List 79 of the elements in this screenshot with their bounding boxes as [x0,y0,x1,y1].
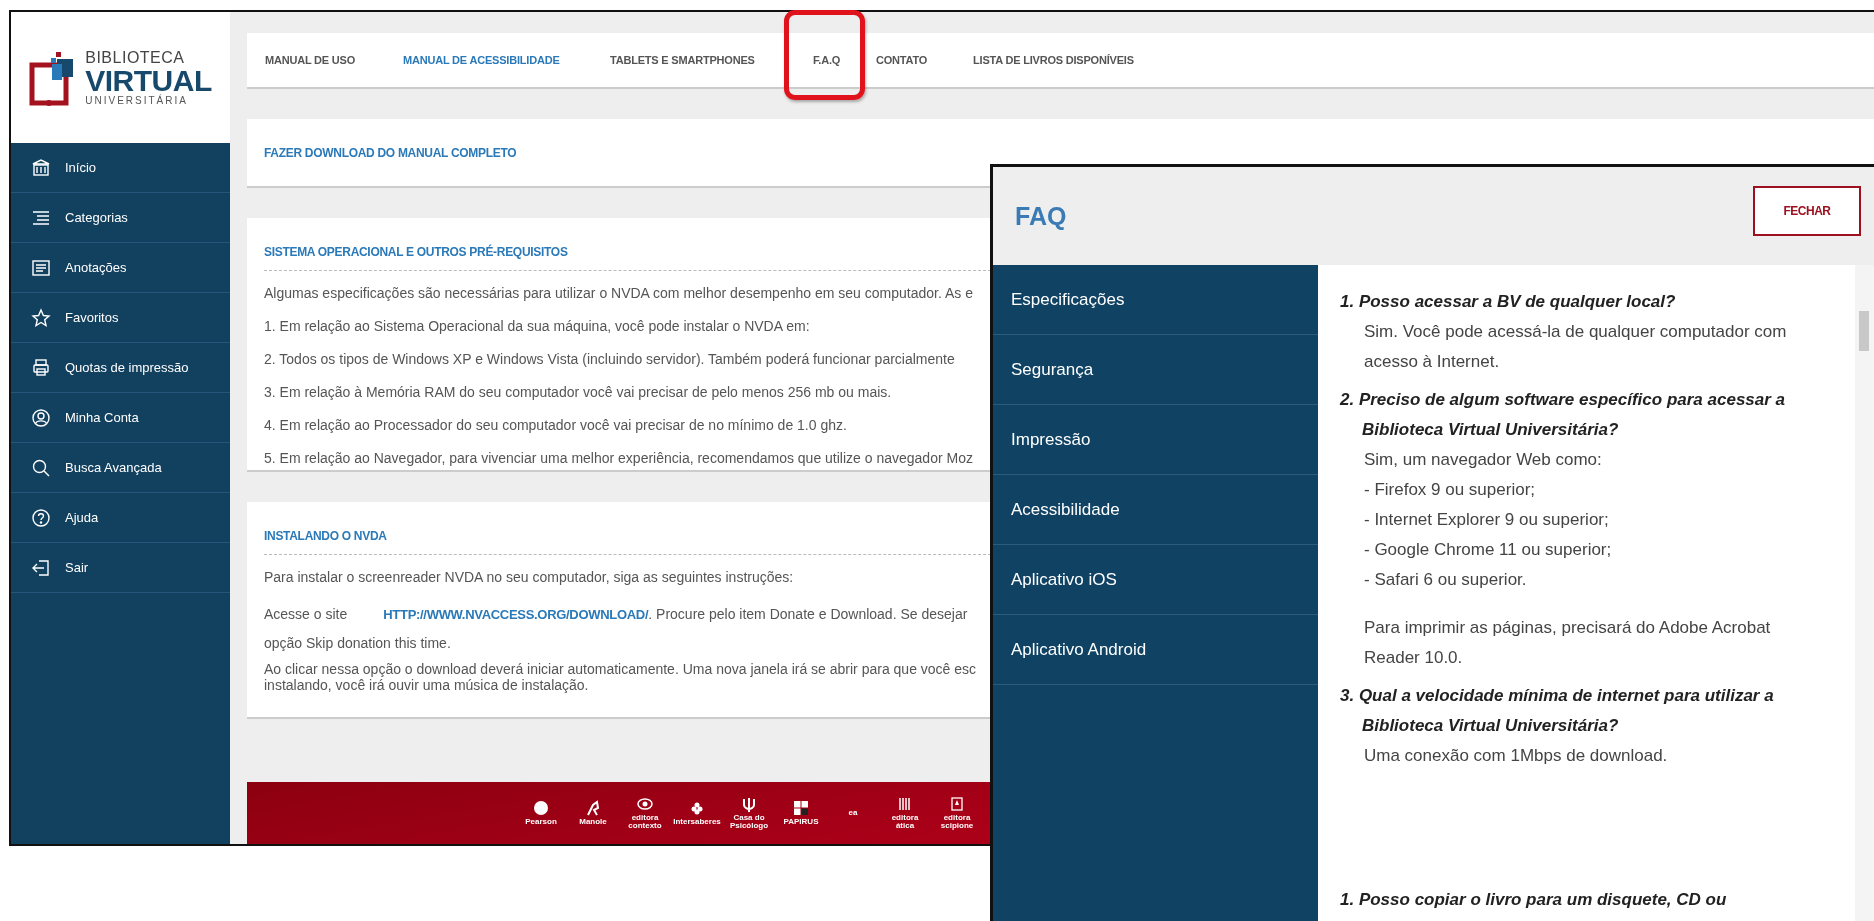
faq-menu-item[interactable]: Impressão [993,405,1318,475]
search-icon [31,457,51,478]
user-icon [31,407,51,428]
sidebar-item[interactable]: Anotações [65,260,127,275]
sidebar-item[interactable]: Busca Avançada [65,460,162,475]
publisher-logo-icon [741,796,757,812]
publisher-logo-text: ea [848,809,858,817]
building-icon [31,157,51,178]
close-button[interactable]: FECHAR [1753,186,1861,236]
star-icon [31,307,51,328]
publisher-logo-icon [897,796,913,812]
sidebar-item[interactable]: Sair [65,560,89,575]
paragraph-text: 4. Em relação ao Processador do seu computador você vai precisar de no mínimo de 1.0 ghz. [264,416,847,435]
scrollbar-thumb[interactable] [1859,311,1869,351]
faq-answer: - Google Chrome 11 ou superior; [1363,539,1613,561]
publisher-logo-icon [793,800,809,816]
faq-question: 1. Posso acessar a BV de qualquer local? [1340,291,1677,313]
paragraph-text: 2. Todos os tipos de Windows XP e Windows Vista (incluindo servidor). Também poderá funcionar parcialmente [264,350,955,369]
nav-tab[interactable]: TABLETS E SMARTPHONES [610,54,755,66]
publisher-logo-text: editora contexto [627,814,663,830]
sidebar-item[interactable]: Favoritos [65,310,119,325]
publisher-logo-icon [689,800,705,816]
scrollbar[interactable] [1855,265,1874,921]
logo-text: VIRTUAL [85,65,212,96]
nav-tab[interactable]: MANUAL DE USO [265,54,356,66]
sidebar-item[interactable]: Ajuda [65,510,99,525]
paragraph-text: Acesse o site [264,605,348,624]
paragraph-text: Ao clicar nessa opção o download deverá iniciar automaticamente. Uma nova janela irá se abrir para que você esc instalando, você irá ouvir uma música de instalação. [264,661,977,693]
nav-tab[interactable]: LISTA DE LIVROS DISPONÍVEIS [973,54,1134,66]
paragraph-text: 1. Em relação ao Sistema Operacional da sua máquina, você pode instalar o NVDA em: [264,317,810,336]
publisher-logo-text: editora scipione [939,814,975,830]
section-title: SISTEMA OPERACIONAL E OUTROS PRÉ-REQUISITOS [264,245,568,259]
paragraph-text: Algumas especificações são necessárias para utilizar o NVDA com melhor desempenho em seu computador. As e [264,284,973,303]
faq-answer: - Firefox 9 ou superior; [1363,479,1536,501]
faq-answer: Sim, um navegador Web como: [1363,449,1603,471]
publisher-logo-text: PAPIRUS [783,818,819,826]
faq-question: 2. Preciso de algum software específico para acessar a Biblioteca Virtual Universitária? [1340,389,1787,441]
help-icon [31,507,51,528]
nav-tab[interactable]: F.A.Q [813,54,841,66]
download-link[interactable]: FAZER DOWNLOAD DO MANUAL COMPLETO [264,145,517,160]
faq-question: 3. Qual a velocidade mínima de internet para utilizar a Biblioteca Virtual Universitária? [1340,685,1775,737]
publisher-logo-icon [585,800,601,816]
paragraph-text: opção Skip donation this time. [264,635,451,651]
publisher-logo-text: editora ática [890,814,920,830]
dialog-title: FAQ [1015,201,1067,231]
publisher-logo-icon [637,796,653,812]
faq-answer: Uma conexão com 1Mbps de download. [1363,745,1669,767]
exit-icon [31,557,51,578]
faq-answer: - Internet Explorer 9 ou superior; [1363,509,1610,531]
sidebar-item[interactable]: Início [65,160,97,175]
paragraph-text: 5. Em relação ao Navegador, para vivenciar uma melhor experiência, recomendamos que utilize o navegador Moz [264,449,973,468]
sidebar-item[interactable]: Minha Conta [65,410,139,425]
publisher-logo-text: Manole [579,818,607,826]
publisher-logo-text: Pearson [525,818,557,826]
publisher-logo-text: Casa do Psicólogo [728,814,770,830]
logo-text: UNIVERSITÁRIA [85,95,189,106]
nav-tab[interactable]: CONTATO [876,54,928,66]
faq-menu-item[interactable]: Acessibilidade [993,475,1318,545]
section-title: INSTALANDO O NVDA [264,529,387,543]
faq-menu-item[interactable]: Aplicativo Android [993,615,1318,685]
faq-answer: Para imprimir as páginas, precisará do Adobe Acrobat Reader 10.0. [1363,617,1772,669]
notes-icon [31,257,51,278]
paragraph-text: Para instalar o screenreader NVDA no seu computador, siga as seguintes instruções: [264,568,794,587]
faq-question: 1. Posso copiar o livro para um disquete, CD ou [1340,889,1728,911]
logo-text: BIBLIOTECA [85,49,186,66]
nav-tab[interactable]: MANUAL DE ACESSIBILIDADE [403,54,560,66]
faq-menu-item[interactable]: Segurança [993,335,1318,405]
sidebar-item[interactable]: Quotas de impressão [65,360,189,375]
publisher-logo-icon [949,796,965,812]
faq-menu-item[interactable]: Aplicativo iOS [993,545,1318,615]
sidebar-item[interactable]: Categorias [65,210,128,225]
faq-answer: - Safari 6 ou superior. [1363,569,1528,591]
faq-menu-item[interactable]: Especificações [993,265,1318,335]
faq-answer: Sim. Você pode acessá-la de qualquer computador com acesso à Internet. [1363,321,1788,373]
publisher-logo-text: Intersaberes [673,818,721,826]
publisher-logo-icon [533,800,549,816]
printer-icon [31,357,51,378]
paragraph-text: . Procure pelo item Donate e Download. Se desejar [648,605,968,624]
paragraph-text: 3. Em relação à Memória RAM do seu computador você vai precisar de pelo menos 256 mb ou mais. [264,383,892,402]
